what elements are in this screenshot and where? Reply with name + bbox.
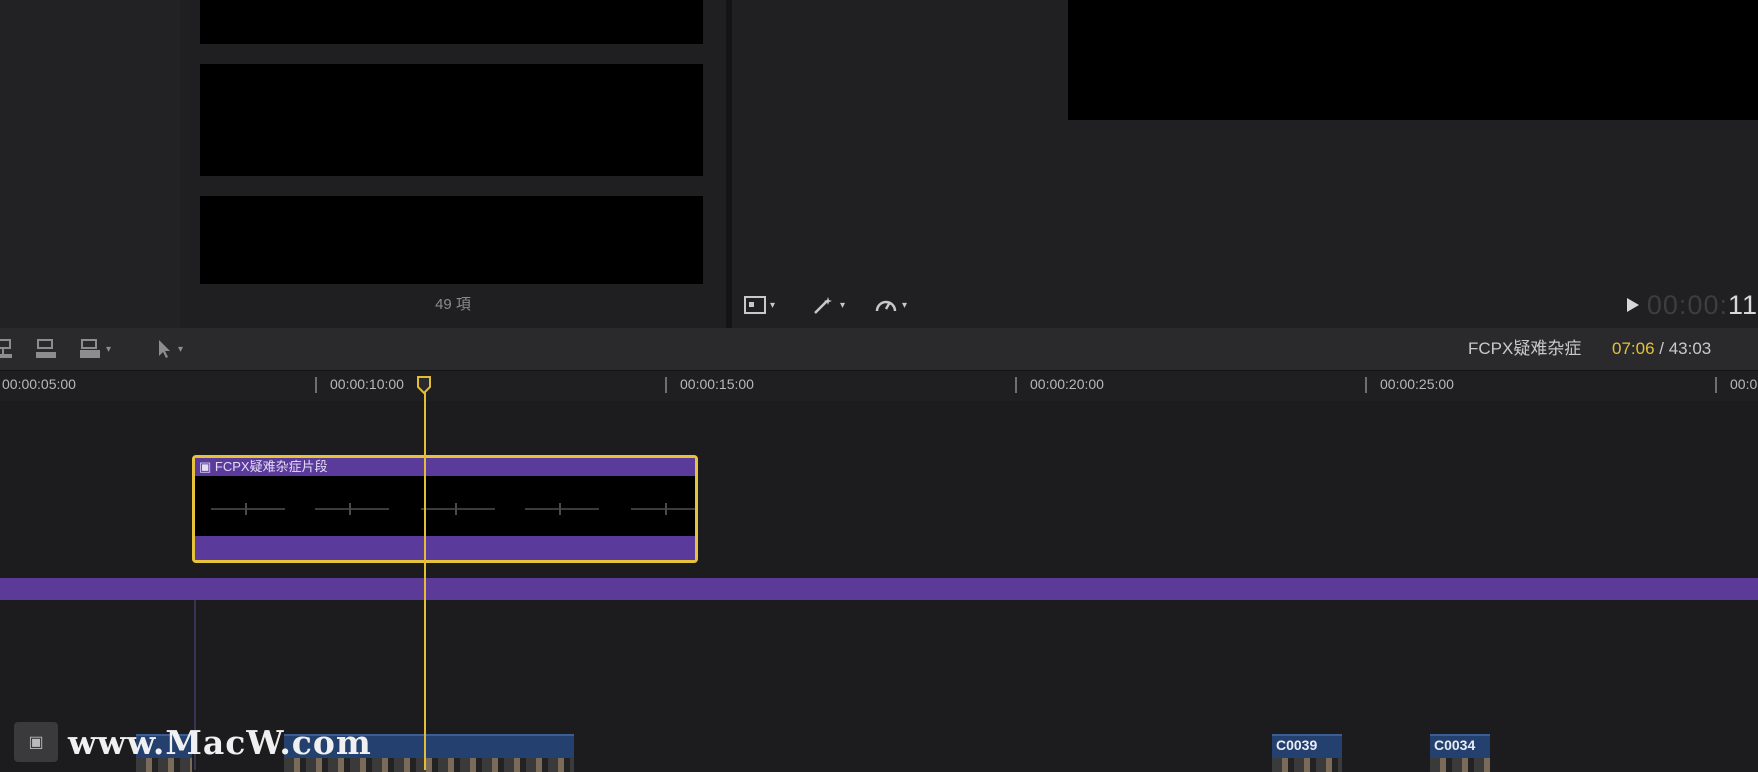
insert-clip-icon	[36, 339, 56, 358]
clip-header: ▣ FCPX疑难杂症片段	[195, 458, 695, 476]
video-clip[interactable]: C0034	[1430, 734, 1490, 772]
ruler-tick	[1015, 377, 1017, 393]
ruler-tick	[315, 377, 317, 393]
viewer-frame	[1068, 0, 1758, 120]
overwrite-clip-icon	[80, 339, 100, 358]
clip-thumbnail[interactable]	[200, 196, 703, 284]
timeline-ruler[interactable]: 00:00:05:00 00:00:10:00 00:00:15:00 00:0…	[0, 371, 1758, 401]
ruler-tick	[1715, 377, 1717, 393]
timecode-frames: 11	[1727, 289, 1758, 320]
primary-storyline[interactable]	[0, 578, 1758, 600]
retime-button[interactable]: ▾	[874, 290, 907, 320]
browser-item-count: 49 項	[435, 296, 471, 313]
timecode-prefix: 00:00:	[1646, 289, 1728, 320]
insert-clip-button[interactable]	[34, 336, 58, 362]
watermark-text: www.MacW.com	[68, 722, 372, 762]
timeline-duration: 07:06 / 43:03	[1612, 328, 1711, 370]
ruler-tick	[1365, 377, 1367, 393]
play-icon[interactable]	[1625, 296, 1641, 314]
ruler-label: 00:00:25:00	[1380, 376, 1454, 392]
compound-clip-icon: ▣	[199, 459, 215, 474]
enhance-button[interactable]: ▾	[812, 290, 845, 320]
clip-label: C0034	[1434, 737, 1476, 753]
ruler-label: 00:00:15:00	[680, 376, 754, 392]
video-clip[interactable]: C0039	[1272, 734, 1342, 772]
duration-separator: /	[1654, 339, 1669, 358]
tool-selector-button[interactable]: ▾	[156, 336, 183, 362]
playhead-handle-icon[interactable]	[417, 376, 431, 394]
ruler-label: 00:00:10:00	[330, 376, 404, 392]
audio-waveform	[315, 503, 389, 515]
ruler-label: 00:00:20:00	[1030, 376, 1104, 392]
timecode-display[interactable]: 00:00:11	[1625, 290, 1758, 320]
watermark: ▣ www.MacW.com	[14, 722, 372, 762]
viewer-toolbar: ▾ ▾ ▾ 00:00:11	[732, 290, 1758, 328]
viewer-view-options-icon	[744, 296, 766, 314]
ruler-label: 00:0	[1730, 376, 1758, 392]
connect-clip-icon	[0, 339, 12, 358]
clip-thumbnail[interactable]	[200, 0, 703, 44]
clip-label: C0039	[1276, 737, 1318, 753]
clip-title: FCPX疑难杂症片段	[214, 459, 328, 474]
audio-waveform	[421, 503, 495, 515]
chevron-down-icon: ▾	[770, 299, 776, 311]
chevron-down-icon: ▾	[840, 299, 846, 311]
retime-icon	[875, 300, 897, 312]
project-name: FCPX疑难杂症	[1468, 339, 1582, 358]
chevron-down-icon: ▾	[178, 343, 184, 355]
audio-waveform	[631, 503, 695, 515]
timeline-toolbar: ▾ ▾ FCPX疑难杂症 07:06 / 43:03	[0, 328, 1758, 371]
chevron-down-icon: ▾	[902, 299, 908, 311]
current-position: 07:06	[1612, 339, 1655, 358]
chevron-down-icon: ▾	[106, 343, 112, 355]
viewer-view-options-button[interactable]: ▾	[744, 290, 775, 320]
playhead[interactable]	[424, 378, 426, 770]
overwrite-clip-button[interactable]: ▾	[78, 336, 111, 362]
ruler-label: 00:00:05:00	[2, 376, 76, 392]
connect-clip-button[interactable]	[0, 336, 16, 362]
clip-footer	[195, 536, 695, 560]
enhance-icon	[814, 297, 832, 314]
select-tool-icon	[159, 340, 170, 358]
total-duration: 43:03	[1668, 339, 1712, 358]
watermark-logo-icon: ▣	[14, 722, 58, 762]
clip-thumbnail[interactable]	[200, 64, 703, 176]
audio-waveform	[525, 503, 599, 515]
compound-clip[interactable]: ▣ FCPX疑难杂症片段	[192, 455, 698, 563]
clip-browser	[180, 0, 726, 328]
audio-waveform	[211, 503, 285, 515]
ruler-tick	[665, 377, 667, 393]
sidebar-panel	[0, 0, 181, 328]
